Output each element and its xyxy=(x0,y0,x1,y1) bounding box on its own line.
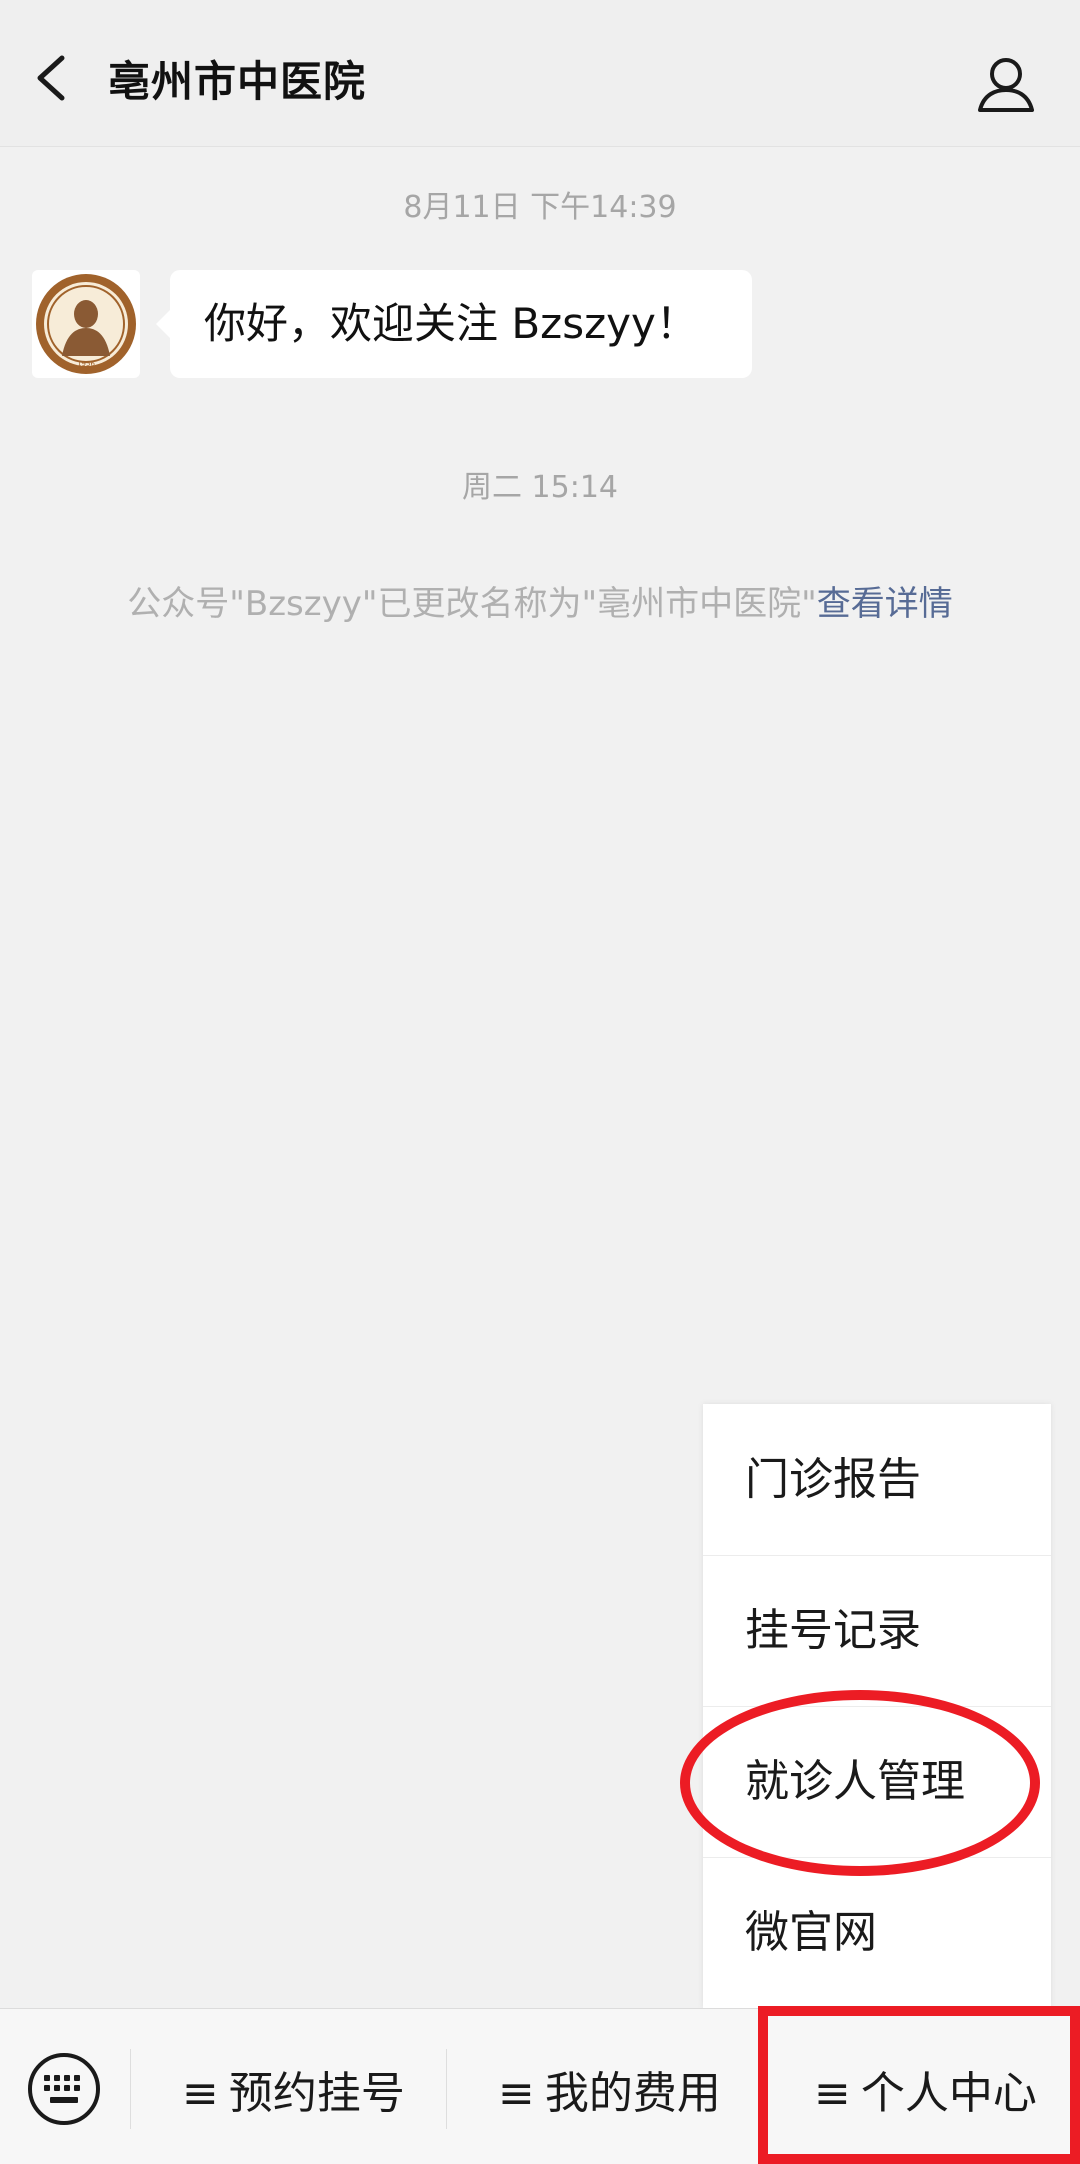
menu-item-label: 门诊报告 xyxy=(745,1454,921,1505)
menu-lines-icon: ≡ xyxy=(182,2068,219,2119)
menu-divider xyxy=(130,2049,131,2129)
menu-item-label: 微官网 xyxy=(745,1907,877,1958)
view-details-link[interactable]: 查看详情 xyxy=(817,584,953,624)
highlight-ellipse xyxy=(680,1690,1040,1876)
menu-item-official-site[interactable]: 微官网 xyxy=(703,1857,1051,2008)
svg-text:1956: 1956 xyxy=(77,360,95,368)
system-notice: 公众号"Bzszyy"已更改名称为"亳州市中医院"查看详情 xyxy=(0,576,1080,625)
back-button[interactable] xyxy=(28,48,78,108)
hospital-logo-icon: 1956 xyxy=(36,274,136,374)
chat-screen: 亳州市中医院 8月11日 下午14:39 1956 你好，欢迎关注 Bzszyy… xyxy=(0,0,1080,2164)
user-icon xyxy=(978,58,1034,112)
system-note-text: 公众号"Bzszyy"已更改名称为"亳州市中医院" xyxy=(127,584,817,624)
keyboard-toggle-button[interactable] xyxy=(26,2051,102,2127)
hospital-avatar[interactable]: 1956 xyxy=(32,270,140,378)
header-bar: 亳州市中医院 xyxy=(0,0,1080,147)
tab-label: 预约挂号 xyxy=(228,2068,405,2119)
keyboard-icon xyxy=(28,2053,100,2125)
tab-appointment[interactable]: ≡ 预约挂号 xyxy=(182,2059,405,2129)
tab-label: 我的费用 xyxy=(544,2068,721,2119)
page-title: 亳州市中医院 xyxy=(108,57,367,106)
menu-item-outpatient-report[interactable]: 门诊报告 xyxy=(703,1404,1051,1556)
message-timestamp: 周二 15:14 xyxy=(462,470,618,505)
message-timestamp: 8月11日 下午14:39 xyxy=(403,190,677,225)
menu-item-registration-records[interactable]: 挂号记录 xyxy=(703,1555,1051,1707)
message-text: 你好，欢迎关注 Bzszyy！ xyxy=(204,299,698,348)
menu-item-label: 挂号记录 xyxy=(745,1605,921,1656)
chevron-left-icon xyxy=(37,55,65,101)
profile-button[interactable] xyxy=(974,52,1038,116)
menu-divider xyxy=(446,2049,447,2129)
tab-my-fees[interactable]: ≡ 我的费用 xyxy=(498,2059,721,2129)
highlight-rectangle xyxy=(758,2006,1080,2164)
menu-lines-icon: ≡ xyxy=(498,2068,535,2119)
message-bubble[interactable]: 你好，欢迎关注 Bzszyy！ xyxy=(156,270,752,378)
